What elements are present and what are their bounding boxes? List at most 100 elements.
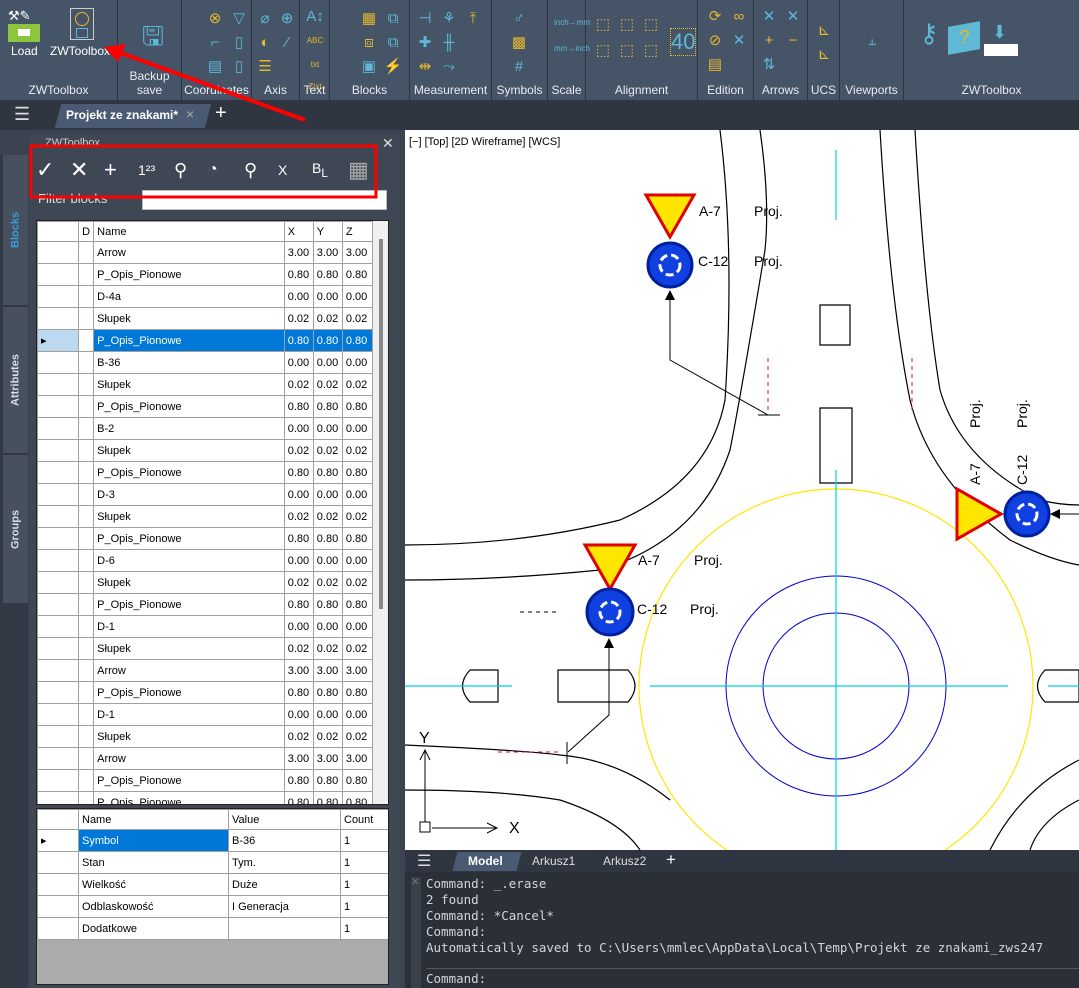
cell[interactable]: 0.00	[283, 615, 314, 638]
block-row[interactable]: P_Opis_Pionowe 0.80 0.80 0.80	[37, 791, 374, 804]
scrollbar-thumb[interactable]	[379, 239, 383, 609]
edit-add-icon[interactable]: ▤	[704, 54, 726, 76]
block-row[interactable]: P_Opis_Pionowe 0.80 0.80 0.80	[37, 461, 374, 484]
block-row[interactable]: D-6 0.00 0.00 0.00	[37, 549, 374, 572]
row-header[interactable]	[37, 505, 80, 528]
cell[interactable]: 0.00	[283, 285, 314, 308]
filter-blocks-input[interactable]	[142, 190, 387, 210]
block-row[interactable]: P_Opis_Pionowe 0.80 0.80 0.80	[37, 395, 374, 418]
row-header[interactable]	[37, 373, 80, 396]
cell[interactable]: 0.02	[312, 637, 343, 660]
row-header[interactable]	[37, 917, 79, 940]
block-row[interactable]: B-36 0.00 0.00 0.00	[37, 351, 374, 374]
cell[interactable]: 0.02	[312, 307, 343, 330]
block-row[interactable]: Arrow 3.00 3.00 3.00	[37, 747, 374, 770]
cell[interactable]: P_Opis_Pionowe	[93, 395, 285, 418]
cell-d[interactable]	[78, 725, 95, 748]
cell-d[interactable]	[78, 593, 95, 616]
text-abc-icon[interactable]: ABC	[304, 30, 326, 52]
ucs-2-icon[interactable]: ⊾	[813, 44, 835, 66]
axis-cross-icon[interactable]: ⊕	[276, 8, 298, 30]
cell-d[interactable]	[78, 505, 95, 528]
cell[interactable]: Słupek	[93, 505, 285, 528]
coord-doc-icon[interactable]: ▯	[228, 32, 250, 54]
row-header[interactable]	[37, 637, 80, 660]
measure-5-icon[interactable]: ╫	[438, 32, 460, 54]
cell[interactable]: 0.80	[341, 263, 374, 286]
cell[interactable]: 0.80	[341, 593, 374, 616]
axis-list-icon[interactable]: ☰	[254, 56, 276, 78]
block-row[interactable]: Słupek 0.02 0.02 0.02	[37, 637, 374, 660]
cell[interactable]: 0.02	[283, 725, 314, 748]
col-x[interactable]: X	[283, 221, 314, 242]
cell[interactable]: 0.80	[341, 527, 374, 550]
block-row[interactable]: D-3 0.00 0.00 0.00	[37, 483, 374, 506]
grid-icon[interactable]: ▦	[348, 157, 372, 183]
cell[interactable]: Słupek	[93, 307, 285, 330]
block-layer-icon[interactable]: BL	[312, 160, 338, 180]
symbol-1-icon[interactable]: ♂	[508, 8, 530, 30]
cell[interactable]: 0.00	[283, 483, 314, 506]
align-right-icon[interactable]: ⬚	[640, 14, 662, 36]
edit-wave-icon[interactable]: ⊘	[704, 30, 726, 52]
cell-d[interactable]	[78, 351, 95, 374]
cell[interactable]: 0.00	[341, 483, 374, 506]
cell[interactable]: 0.02	[341, 505, 374, 528]
cell-d[interactable]	[78, 241, 95, 264]
load-button[interactable]: ⚒✎	[8, 8, 40, 42]
cell-d[interactable]	[78, 703, 95, 726]
cell[interactable]: 1	[340, 917, 388, 940]
cell[interactable]: 0.80	[283, 681, 314, 704]
col-y[interactable]: Y	[312, 221, 343, 242]
cell[interactable]: Symbol	[78, 829, 229, 852]
edit-rotate-icon[interactable]: ⟳	[704, 6, 726, 28]
cell-d[interactable]	[78, 769, 95, 792]
cell[interactable]: 0.80	[283, 527, 314, 550]
cell[interactable]: 0.00	[341, 351, 374, 374]
cell[interactable]: 0.02	[341, 307, 374, 330]
cell-d[interactable]	[78, 263, 95, 286]
row-header[interactable]	[37, 769, 80, 792]
symbol-2-icon[interactable]: ▩	[508, 32, 530, 54]
row-header[interactable]	[37, 747, 80, 770]
cell[interactable]: Arrow	[93, 241, 285, 264]
row-header[interactable]	[37, 725, 80, 748]
coord-list-icon[interactable]: ▤	[204, 56, 226, 78]
cell[interactable]: 0.80	[283, 461, 314, 484]
panel-close-icon[interactable]: ✕	[382, 135, 394, 152]
cell-d[interactable]	[78, 373, 95, 396]
cell[interactable]: Stan	[78, 851, 229, 874]
row-header[interactable]	[37, 593, 80, 616]
cell[interactable]: 0.02	[283, 307, 314, 330]
cell-d[interactable]	[78, 483, 95, 506]
cell[interactable]: 3.00	[341, 241, 374, 264]
block-flash-icon[interactable]: ⚡	[382, 56, 404, 78]
cell[interactable]: 0.02	[283, 637, 314, 660]
edit-cross-icon[interactable]: ✕	[728, 30, 750, 52]
align-left-icon[interactable]: ⬚	[592, 14, 614, 36]
block-row[interactable]: D-1 0.00 0.00 0.00	[37, 703, 374, 726]
cell[interactable]: 0.02	[312, 571, 343, 594]
cell-d[interactable]	[78, 527, 95, 550]
cell[interactable]	[228, 917, 341, 940]
viewport-align-icon[interactable]: ⫠	[861, 30, 883, 52]
close-tab-icon[interactable]: ×	[186, 106, 194, 122]
cell-d[interactable]	[78, 307, 95, 330]
numbering-icon[interactable]: 1²³	[138, 162, 164, 178]
cell[interactable]: 0.80	[283, 593, 314, 616]
row-header[interactable]	[37, 659, 80, 682]
col-attr-count[interactable]: Count	[340, 809, 388, 830]
cell[interactable]: 3.00	[312, 241, 343, 264]
measure-7-icon[interactable]: ⤳	[438, 56, 460, 78]
arrow-add-icon[interactable]: +	[758, 30, 780, 52]
block-row[interactable]: Słupek 0.02 0.02 0.02	[37, 571, 374, 594]
measure-4-icon[interactable]: ✚	[414, 32, 436, 54]
cell[interactable]: 0.80	[283, 263, 314, 286]
row-header[interactable]	[37, 549, 80, 572]
row-header[interactable]	[37, 791, 80, 804]
cell[interactable]: 0.00	[341, 285, 374, 308]
side-tab-blocks[interactable]: Blocks	[3, 155, 28, 305]
row-header[interactable]	[37, 483, 80, 506]
col-attr-name[interactable]: Name	[78, 809, 229, 830]
cell[interactable]: Duże	[228, 873, 341, 896]
